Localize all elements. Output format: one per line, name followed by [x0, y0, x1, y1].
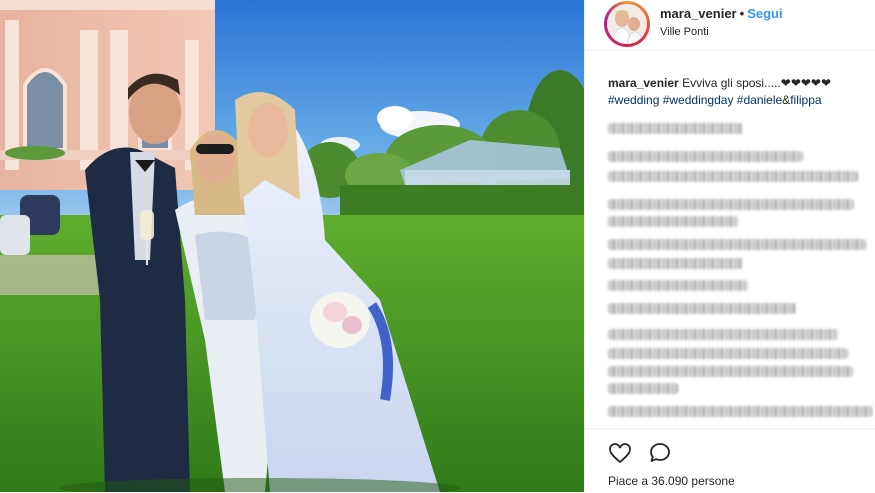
caption-ampersand: & [782, 93, 791, 107]
avatar-story-ring[interactable] [604, 1, 650, 47]
caption: mara_venier Evviva gli sposi.....❤❤❤❤❤ #… [608, 75, 868, 109]
avatar[interactable] [607, 4, 647, 44]
blurred-comment-line [608, 366, 853, 377]
blurred-comment-line [608, 348, 848, 359]
blurred-comment-line [608, 280, 748, 291]
blurred-comment-line [608, 199, 854, 210]
blurred-comment-line [608, 171, 858, 182]
header-username[interactable]: mara_venier [660, 6, 737, 21]
blurred-comment-line [608, 239, 866, 250]
follow-button[interactable]: Segui [747, 6, 782, 21]
hashtag-filippa[interactable]: filippa [790, 93, 821, 107]
post-side-panel: mara_venier • Segui Ville Ponti mara_venie… [584, 0, 875, 492]
caption-hearts: ❤❤❤❤❤ [780, 76, 832, 90]
header-line: mara_venier • Segui [660, 6, 783, 21]
post-actions: Piace a 36.090 persone [585, 428, 875, 493]
blurred-comment-line [608, 303, 796, 314]
post-header: mara_venier • Segui Ville Ponti [585, 0, 875, 51]
hashtag-wedding[interactable]: #wedding [608, 93, 659, 107]
blurred-comment-line [608, 329, 838, 340]
post-photo[interactable] [0, 0, 584, 492]
hashtag-weddingday[interactable]: #weddingday [663, 93, 734, 107]
speech-bubble-icon[interactable] [648, 441, 672, 465]
blurred-comment-line [608, 216, 738, 227]
comments-section[interactable]: mara_venier Evviva gli sposi.....❤❤❤❤❤ #… [585, 50, 875, 428]
blurred-comment-line [608, 151, 803, 162]
hashtag-daniele[interactable]: #daniele [737, 93, 782, 107]
avatar-image [607, 4, 647, 44]
heart-outline-icon[interactable] [608, 441, 632, 465]
header-separator: • [739, 6, 745, 21]
location-link[interactable]: Ville Ponti [660, 26, 709, 38]
blurred-comment-line [608, 383, 678, 394]
wedding-photo-image [0, 0, 584, 492]
caption-username[interactable]: mara_venier [608, 76, 679, 90]
blurred-comment-line [608, 258, 743, 269]
blurred-comment-line [608, 123, 743, 134]
likes-count[interactable]: Piace a 36.090 persone [608, 474, 735, 488]
blurred-comment-line [608, 406, 873, 417]
caption-text: Evviva gli sposi..... [682, 76, 781, 90]
